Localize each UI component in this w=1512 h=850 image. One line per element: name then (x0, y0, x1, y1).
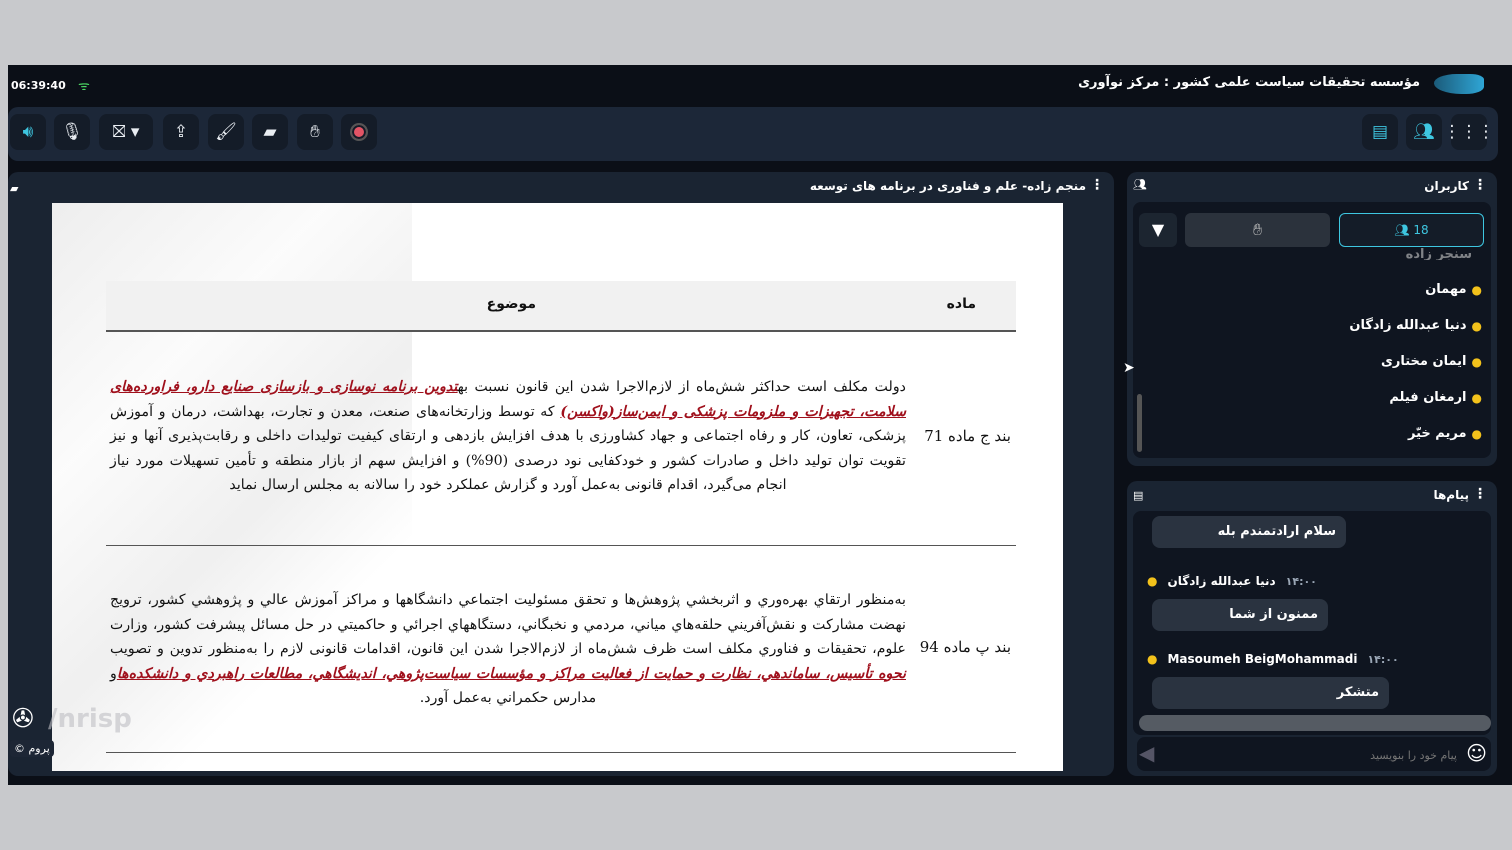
document-page: ماده موضوع بند ج ماده 71 دولت مکلف است ح… (52, 203, 1063, 771)
brush-icon[interactable]: 🖌︎ (208, 114, 244, 150)
user-item[interactable]: ● ایمان مختاری (1381, 354, 1482, 369)
user-icon: ● (1471, 390, 1482, 405)
badge: © پروم (10, 740, 54, 757)
mouse-cursor: ➤ (1123, 360, 1135, 376)
raised-hands-tab[interactable]: ✋︎ (1185, 213, 1330, 247)
film-reel-icon: ✇ (12, 704, 34, 734)
messages-panel: ⋮ پیام‌ها ▤ سلام ارادتمندم بله ● دنیا عبد… (1127, 481, 1497, 776)
user-icon: ● (1471, 354, 1482, 369)
users-tab[interactable]: 👥︎ 18 (1339, 213, 1484, 247)
article-number: بند ج ماده 71 (924, 427, 1011, 445)
user-icon: ● (1471, 318, 1482, 333)
message-header: ● Masoumeh BeigMohammadi ۱۴:۰۰ (1147, 652, 1399, 666)
folder-icon[interactable]: ▰ (10, 182, 18, 195)
table-row: به‌منظور ارتقاي بهره‌وري و اثربخشي پژوهش… (110, 592, 906, 706)
message-bubble: متشکر (1152, 677, 1389, 709)
horizontal-scrollbar[interactable] (1139, 715, 1491, 731)
send-icon[interactable]: ◀ (1139, 741, 1154, 765)
user-item[interactable]: ● مهمان (1425, 282, 1482, 297)
user-item[interactable]: ● ارمغان فیلم (1389, 390, 1482, 405)
messages-title: پیام‌ها (1433, 488, 1469, 502)
folder-icon[interactable]: ▰ (252, 114, 288, 150)
chat-icon: ▤ (1133, 489, 1144, 502)
user-item[interactable]: سنجر زاده (1406, 248, 1472, 260)
header-subject: موضوع (486, 296, 536, 312)
speaker-icon[interactable]: 🔊︎ (10, 114, 46, 150)
camera-off-icon[interactable]: ⛝ ▾ (99, 114, 153, 150)
table-header: ماده موضوع (106, 281, 1016, 330)
menu-icon[interactable]: ⋮ (1473, 486, 1487, 502)
users-icon: 👥︎ (1133, 178, 1147, 191)
scrollbar[interactable] (1137, 394, 1142, 452)
message-bubble: سلام ارادتمندم بله (1152, 516, 1346, 548)
document-title: منجم زاده- علم و فناوری در برنامه های تو… (809, 179, 1086, 193)
record-icon[interactable] (341, 114, 377, 150)
message-header: ● دنیا عبدالله زادگان ۱۴:۰۰ (1147, 574, 1317, 588)
message-bubble: ممنون از شما (1152, 599, 1328, 631)
menu-icon[interactable]: ⋮ (1473, 177, 1487, 193)
emoji-icon[interactable]: ☺ (1466, 741, 1487, 765)
user-icon: ● (1471, 426, 1482, 441)
share-screen-icon[interactable]: ⇪ (163, 114, 199, 150)
watermark: /nrisp (48, 704, 132, 734)
app-title: مؤسسه تحقیقات سیاست علمی کشور : مرکز نوآ… (1078, 75, 1420, 90)
message-input[interactable] (1177, 743, 1457, 767)
logo-icon (1434, 74, 1484, 94)
filter-button[interactable]: ▼ (1139, 213, 1177, 247)
apps-grid-icon[interactable]: ⋮⋮⋮ (1444, 114, 1495, 150)
chat-icon[interactable]: ▤ (1362, 114, 1398, 150)
table-row: دولت مکلف است حداکثر شش‌ماه از لازم‌الاج… (110, 379, 906, 493)
user-icon: ● (1471, 282, 1482, 297)
header-article: ماده (946, 296, 976, 312)
users-icon[interactable]: 👥︎ (1406, 114, 1442, 150)
users-title: کاربران (1424, 179, 1469, 193)
connection-icon: ᯤ (78, 79, 90, 94)
mic-off-icon[interactable]: 🎙︎ (54, 114, 90, 150)
raise-hand-icon[interactable]: ✋︎ (297, 114, 333, 150)
user-item[interactable]: ● مریم خیّر (1408, 426, 1482, 441)
user-item[interactable]: ● دنیا عبدالله زادگان (1349, 318, 1482, 333)
article-number: بند پ ماده 94 (919, 638, 1011, 656)
clock: 06:39:40 (11, 79, 66, 92)
menu-icon[interactable]: ⋮ (1090, 177, 1104, 193)
